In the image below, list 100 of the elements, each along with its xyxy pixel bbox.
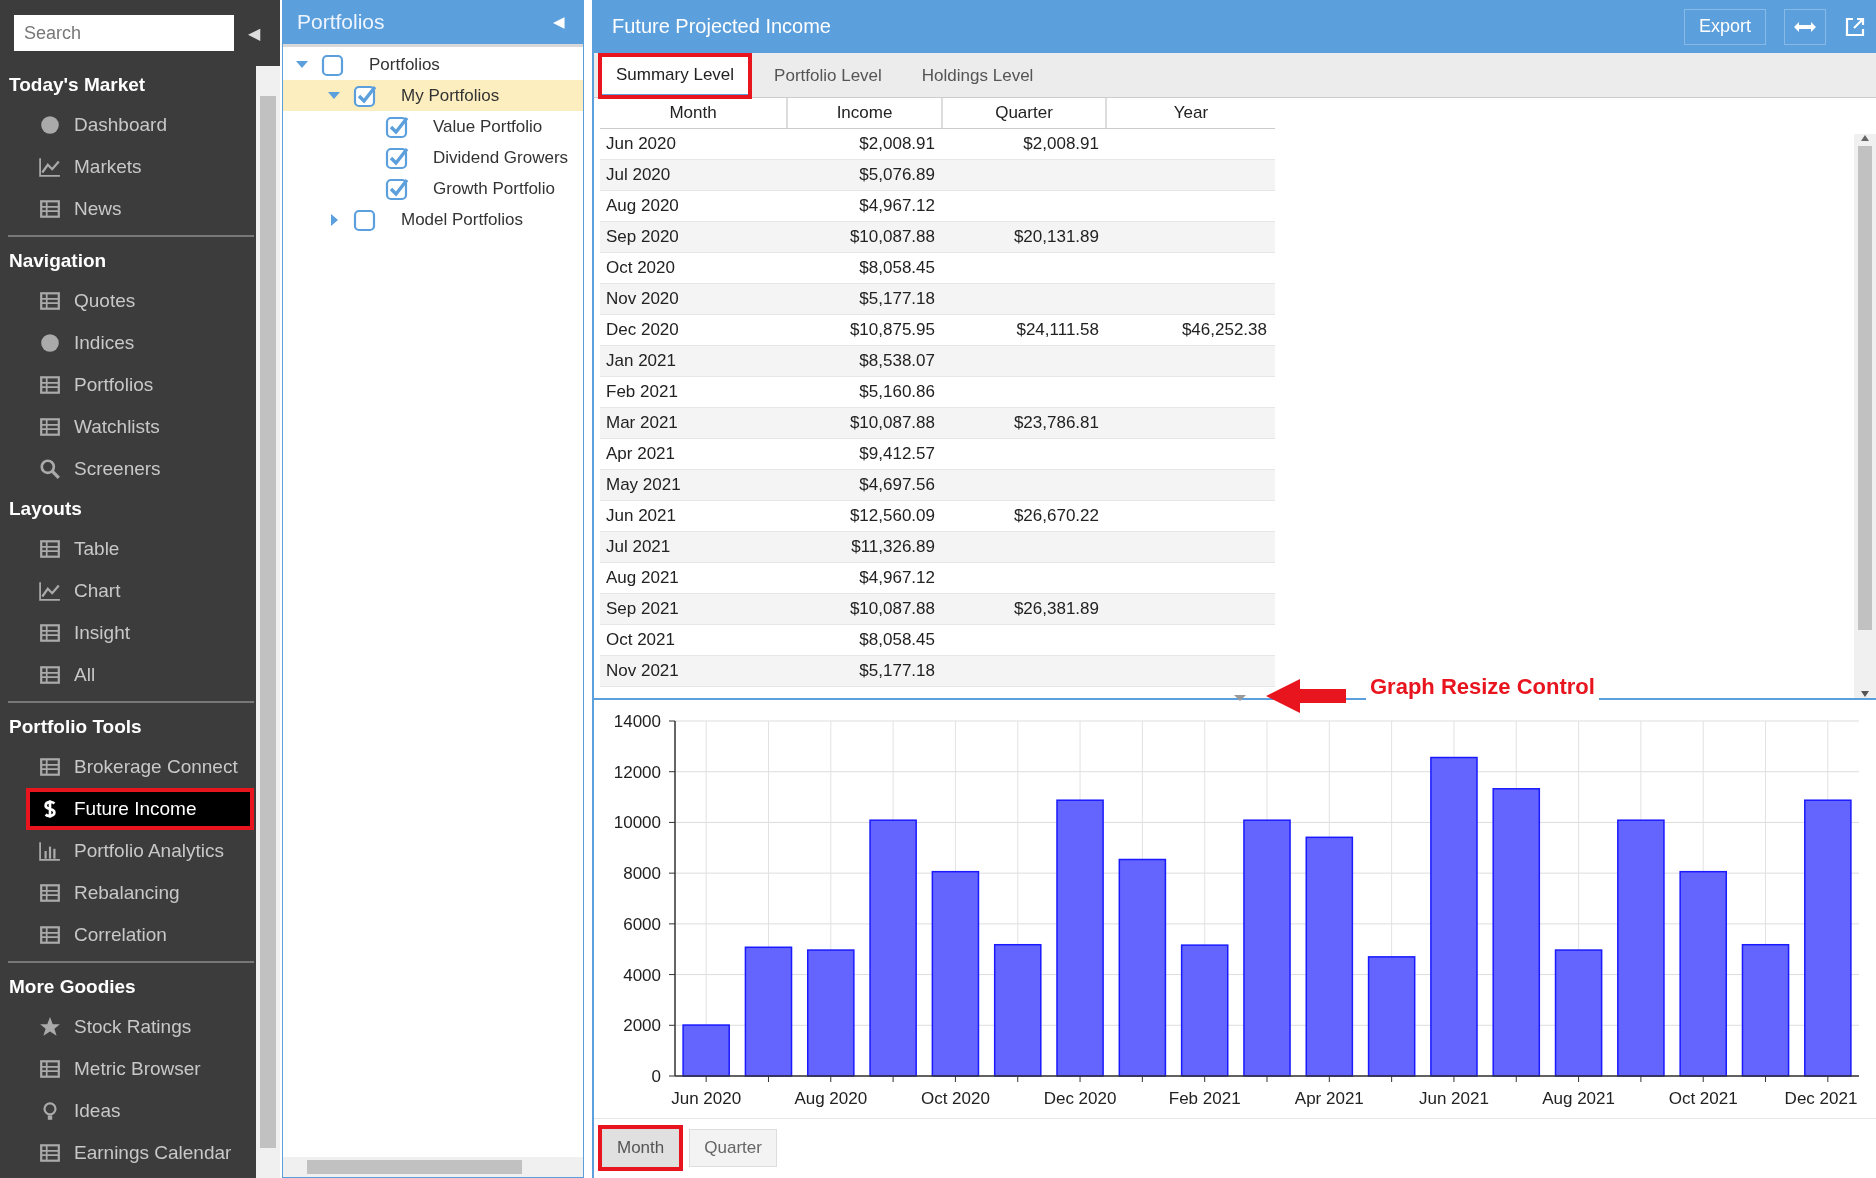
- section-heading: Today's Market: [8, 73, 147, 97]
- sidebar-item[interactable]: Watchlists: [0, 406, 254, 448]
- section-heading: More Goodies: [8, 975, 137, 999]
- axis-label: 8000: [623, 864, 661, 884]
- table-cell-text: $10,087.88: [848, 599, 936, 619]
- sidebar-item[interactable]: Correlation: [0, 914, 254, 956]
- table-cell-text: $46,252.38: [1180, 320, 1268, 340]
- table-cell-text: $8,538.07: [858, 351, 936, 371]
- search-field[interactable]: Search: [14, 15, 234, 51]
- sidebar-item[interactable]: All: [0, 654, 254, 696]
- checkbox[interactable]: [353, 207, 377, 232]
- table-cell-text: Jul 2020: [605, 165, 672, 185]
- table-cell-text: $10,087.88: [848, 413, 936, 433]
- sidebar-item[interactable]: Indices: [0, 322, 254, 364]
- table-cell-text: Oct 2020: [605, 258, 676, 278]
- scrollbar[interactable]: [1854, 134, 1876, 698]
- sidebar-item[interactable]: Portfolios: [0, 364, 254, 406]
- table-cell-text: $10,087.88: [848, 227, 936, 247]
- section-heading: Portfolio Tools: [8, 715, 143, 739]
- axis-label: Dec 2021: [1784, 1089, 1858, 1108]
- axis-label: Feb 2021: [1168, 1089, 1241, 1108]
- table-cell-text: $5,160.86: [858, 382, 936, 402]
- scrollbar[interactable]: [256, 66, 280, 1178]
- axis-label: 4000: [623, 965, 661, 985]
- checkbox[interactable]: [385, 145, 409, 170]
- axis-label: 6000: [623, 914, 661, 934]
- table-cell-text: $24,111.58: [1015, 320, 1100, 340]
- sidebar-item[interactable]: Chart: [0, 570, 254, 612]
- sidebar-item[interactable]: Stock Ratings: [0, 1006, 254, 1048]
- tab[interactable]: Portfolio Level: [758, 55, 898, 97]
- expand-button[interactable]: [1784, 8, 1826, 45]
- sidebar-item[interactable]: Rebalancing: [0, 872, 254, 914]
- table-cell-text: Sep 2021: [605, 599, 680, 619]
- table-cell-text: May 2021: [605, 475, 682, 495]
- sidebar-item[interactable]: Ideas: [0, 1090, 254, 1132]
- bar: [682, 1024, 730, 1077]
- axis-label: Dec 2020: [1043, 1089, 1117, 1108]
- tree-item[interactable]: My Portfolios: [283, 80, 583, 111]
- table-cell-text: Jun 2021: [605, 506, 677, 526]
- sidebar-item[interactable]: Quotes: [0, 280, 254, 322]
- sidebar-item[interactable]: Brokerage Connect: [0, 746, 254, 788]
- sidebar-item[interactable]: News: [0, 188, 254, 230]
- table-cell-text: $5,177.18: [858, 661, 936, 681]
- checkbox[interactable]: [385, 176, 409, 201]
- section-heading: Navigation: [8, 249, 108, 273]
- column-header[interactable]: Year: [1107, 98, 1275, 128]
- sidebar-item[interactable]: Dashboard: [0, 104, 254, 146]
- sidebar-item[interactable]: Portfolio Analytics: [0, 830, 254, 872]
- sidebar-item[interactable]: Table: [0, 528, 254, 570]
- column-header[interactable]: Quarter: [943, 98, 1107, 128]
- tab[interactable]: Holdings Level: [905, 55, 1050, 97]
- scrollbar[interactable]: [283, 1157, 583, 1177]
- axis-label: Aug 2020: [794, 1089, 868, 1108]
- axis-label: 10000: [613, 813, 661, 833]
- bar-chart-icon: [38, 840, 62, 862]
- table-cell-text: $8,058.45: [858, 630, 936, 650]
- sidebar-item[interactable]: Earnings Calendar: [0, 1132, 254, 1174]
- sidebar-item[interactable]: Screeners: [0, 448, 254, 490]
- sidebar-item[interactable]: Future Income: [26, 788, 254, 830]
- tab[interactable]: Summary Level: [600, 55, 751, 97]
- axis-label: 2000: [623, 1016, 661, 1036]
- period-button[interactable]: Quarter: [689, 1129, 777, 1167]
- table-cell-text: $9,412.57: [858, 444, 936, 464]
- table-cell-text: Nov 2021: [605, 661, 680, 681]
- column-header[interactable]: Month: [600, 98, 788, 128]
- collapse-button[interactable]: ◀: [248, 23, 260, 43]
- tree-item[interactable]: Portfolios: [283, 49, 583, 80]
- column-header[interactable]: Income: [788, 98, 943, 128]
- checkbox[interactable]: [321, 52, 345, 77]
- sidebar-item[interactable]: Metric Browser: [0, 1048, 254, 1090]
- table-cell-text: Aug 2021: [605, 568, 680, 588]
- table-cell-text: $26,670.22: [1012, 506, 1100, 526]
- panel-title: Portfolios: [297, 10, 385, 34]
- table-cell-text: Dec 2020: [605, 320, 680, 340]
- resize-handle-icon[interactable]: [1232, 694, 1248, 702]
- table-cell-text: Jul 2021: [605, 537, 672, 557]
- axis-label: Aug 2021: [1542, 1089, 1615, 1108]
- tree-item[interactable]: Growth Portfolio: [283, 173, 583, 204]
- search-icon: [38, 458, 62, 480]
- axis-label: Jun 2021: [1418, 1089, 1489, 1108]
- double-arrow-icon: [1793, 19, 1817, 34]
- axis-label: Oct 2020: [920, 1089, 990, 1108]
- checkbox[interactable]: [353, 83, 377, 108]
- scroll-up-icon[interactable]: [1860, 134, 1870, 142]
- tree-item[interactable]: Dividend Growers: [283, 142, 583, 173]
- table-cell-text: Mar 2021: [605, 413, 679, 433]
- line-chart-icon: [38, 580, 62, 602]
- table-cell-text: Nov 2020: [605, 289, 680, 309]
- table-cell-text: Apr 2021: [605, 444, 676, 464]
- tree-item[interactable]: Model Portfolios: [283, 204, 583, 235]
- sidebar-item[interactable]: Insight: [0, 612, 254, 654]
- star-icon: [38, 1016, 62, 1038]
- grid-icon: [38, 924, 62, 946]
- tree-item[interactable]: Value Portfolio: [283, 111, 583, 142]
- checkbox[interactable]: [385, 114, 409, 139]
- table-cell-text: $20,131.89: [1012, 227, 1100, 247]
- sidebar-item[interactable]: Markets: [0, 146, 254, 188]
- table-cell-text: $4,967.12: [858, 568, 936, 588]
- table-cell-text: $2,008.91: [858, 134, 936, 154]
- external-link-icon[interactable]: [1844, 15, 1866, 38]
